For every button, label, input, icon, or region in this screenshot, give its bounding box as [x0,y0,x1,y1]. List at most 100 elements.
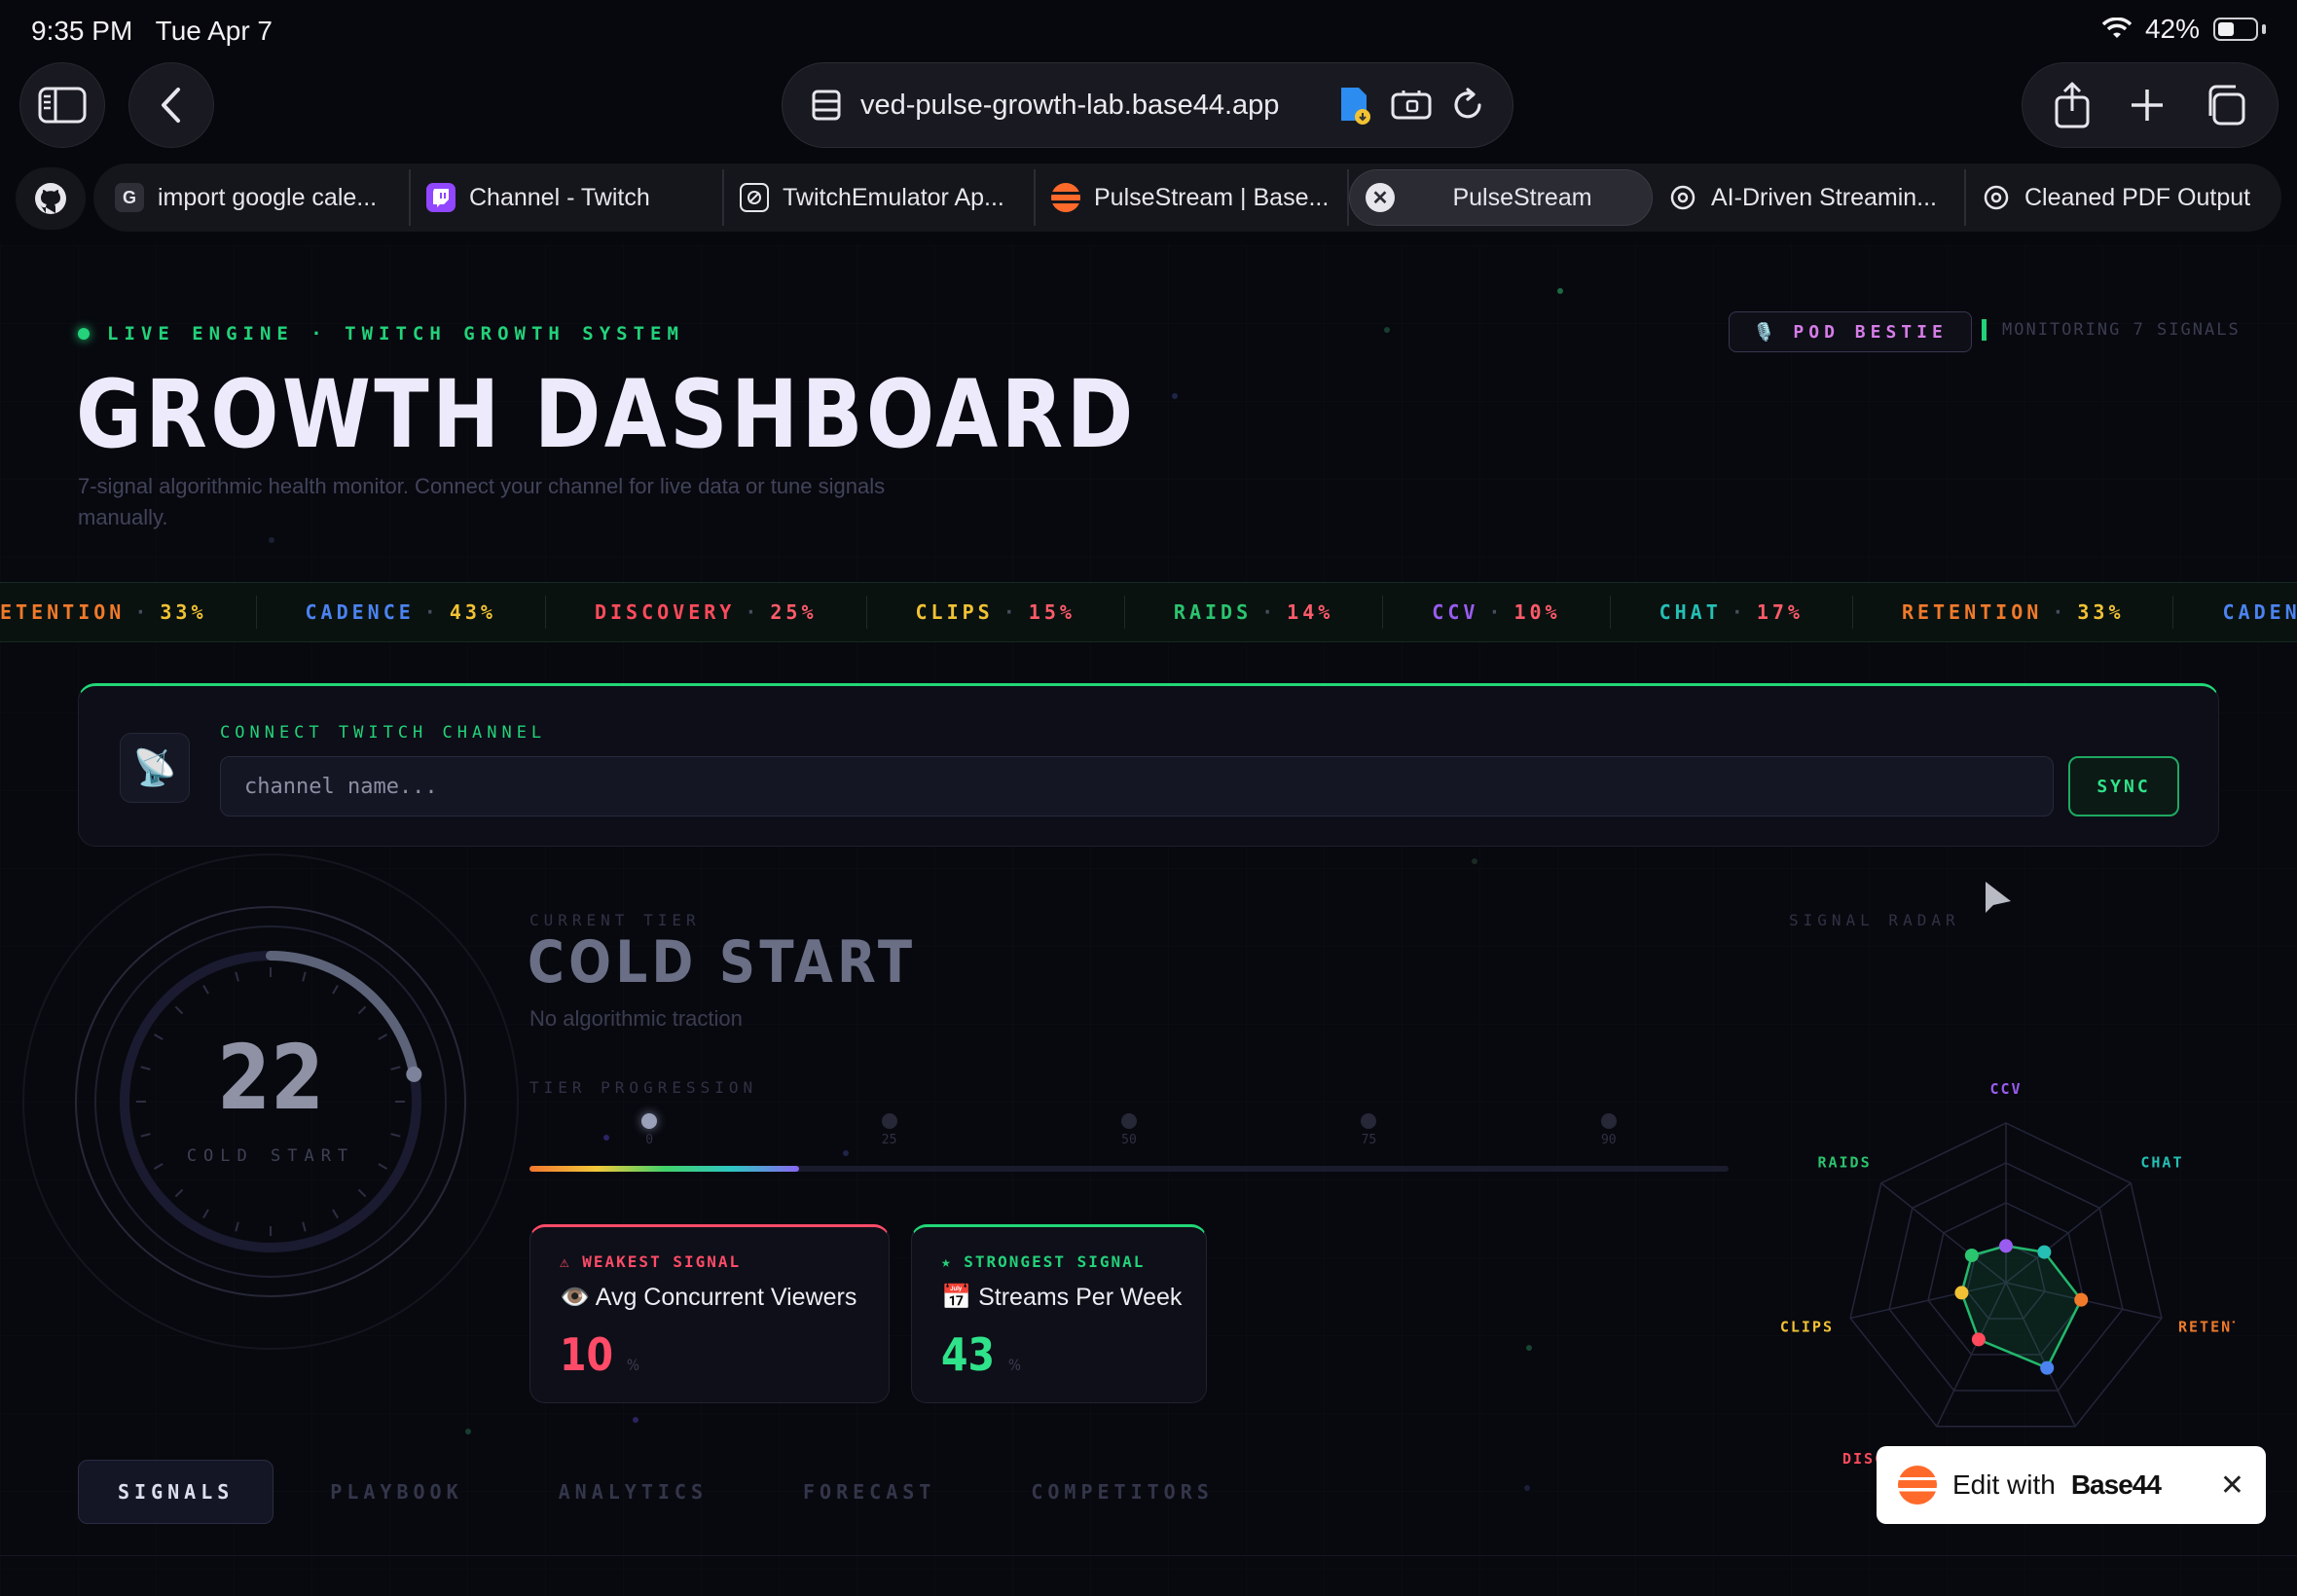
ticker-item: CADENCE·43% [2173,596,2297,629]
tab-cleaned-pdf[interactable]: Cleaned PDF Output [1966,169,2268,226]
tier-milestone: 0 [630,1113,669,1147]
twitch-icon [426,183,456,212]
sync-button[interactable]: SYNC [2068,756,2179,816]
share-icon[interactable] [2053,82,2092,128]
connect-label: CONNECT TWITCH CHANNEL [220,723,547,743]
tab-signals[interactable]: SIGNALS [78,1460,274,1524]
tab-overview-icon[interactable] [2203,83,2247,127]
ticker-signal-percent: 15% [1028,600,1076,624]
base44-prefix: Edit with [1952,1469,2056,1500]
tab-ai-driven-streaming[interactable]: AI-Driven Streamin... [1653,169,1966,226]
tier-milestone: 75 [1349,1113,1388,1147]
gauge-tick [202,984,209,995]
ticker-signal-percent: 25% [770,600,818,624]
back-button[interactable] [128,62,214,148]
weakest-signal-name: 👁️ Avg Concurrent Viewers [560,1284,857,1311]
calendar-icon: 📅 [941,1284,972,1311]
divider [0,1555,2297,1556]
milestone-dot [1361,1113,1377,1129]
tab-twitch-emulator[interactable]: TwitchEmulator Ap... [724,169,1036,226]
tab-pulsestream-active[interactable]: ✕ PulseStream [1349,169,1653,226]
signal-radar-label: SIGNAL RADAR [1789,911,1960,929]
status-time: 9:35 PM Tue Apr 7 [31,16,273,46]
base44-brand: Base44 [2070,1469,2162,1500]
github-button[interactable] [16,167,86,230]
pod-bestie-badge[interactable]: 🎙️ POD BESTIE [1729,311,1972,352]
radar-axis-label: CLIPS [1780,1319,1834,1336]
eyebrow-text: LIVE ENGINE · TWITCH GROWTH SYSTEM [107,323,684,345]
ticker-item: CCV · 10% [1383,596,1611,629]
radar-data-area [1960,1245,2083,1370]
extension-icon[interactable] [1337,86,1372,125]
gauge-tick [174,1188,184,1198]
strongest-signal-card[interactable]: ★ STRONGEST SIGNAL 📅 Streams Per Week 43… [911,1224,1207,1403]
tier-progression-label: TIER PROGRESSION [529,1078,758,1097]
ticker-item: RETENTION · 33% [1853,596,2174,629]
edit-with-base44-pill[interactable]: Edit with Base44 ✕ [1877,1446,2266,1524]
radar-axis-label: RETENTI [2178,1319,2235,1336]
health-score-value: 22 [216,1026,325,1130]
channel-name-input[interactable] [220,756,2054,816]
milestone-value: 25 [881,1133,897,1147]
milestone-dot [1121,1113,1137,1129]
gauge-tick [332,1209,339,1219]
weakest-signal-card[interactable]: ⚠ WEAKEST SIGNAL 👁️ Avg Concurrent Viewe… [529,1224,890,1403]
new-tab-icon[interactable] [2129,87,2166,124]
tab-competitors[interactable]: COMPETITORS [992,1460,1252,1524]
page-subtitle: 7-signal algorithmic health monitor. Con… [78,474,886,529]
tab-label: Cleaned PDF Output [2024,183,2251,211]
monitoring-bar [1982,319,1987,341]
url-text[interactable]: ved-pulse-growth-lab.base44.app [860,90,1320,122]
tab-label: PulseStream | Base... [1094,183,1330,211]
tab-twitch-channel[interactable]: Channel - Twitch [411,169,724,226]
close-tab-icon[interactable]: ✕ [1366,183,1395,212]
milestone-value: 0 [645,1133,654,1147]
eye-icon: 👁️ [560,1284,591,1311]
milestone-dot [641,1113,658,1129]
tab-forecast[interactable]: FORECAST [764,1460,974,1524]
milestone-value: 90 [1600,1133,1617,1147]
milestone-value: 50 [1121,1133,1137,1147]
tab-label: PulseStream [1452,183,1592,211]
ticker-signal-percent: 10% [1513,600,1561,624]
radar-point-chat [2037,1245,2052,1259]
tier-milestone: 90 [1589,1113,1628,1147]
tab-pulsestream-base44[interactable]: PulseStream | Base... [1036,169,1349,226]
tab-playbook[interactable]: PLAYBOOK [291,1460,501,1524]
background-particle [633,1417,638,1423]
reader-icon[interactable] [1390,89,1433,122]
gauge-tick [302,971,307,982]
tier-progress-fill [529,1166,800,1172]
ticker-signal-percent: 33% [160,600,207,624]
background-particle [1524,1485,1530,1491]
current-tier-label: CURRENT TIER [529,911,701,929]
gauge-tick [357,1005,367,1015]
background-particle [269,537,274,543]
background-particle [1384,327,1390,333]
reload-icon[interactable] [1450,88,1485,123]
tab-label: TwitchEmulator Ap... [783,183,1004,211]
sidebar-toggle-button[interactable] [19,62,105,148]
cursor-icon [1986,882,2011,913]
tab-google-calendar[interactable]: G import google cale... [99,169,411,226]
background-particle [1472,858,1477,864]
tab-analytics[interactable]: ANALYTICS [520,1460,747,1524]
browser-actions [2022,62,2279,148]
live-engine-eyebrow: LIVE ENGINE · TWITCH GROWTH SYSTEM [78,323,684,345]
background-particle [1172,393,1178,399]
radar-axis-label: CHAT [2140,1153,2183,1171]
emulator-icon [740,183,769,212]
ticker-signal-name: CHAT [1659,600,1722,624]
gauge-tick [202,1209,209,1219]
wifi-icon [2101,18,2132,38]
close-icon[interactable]: ✕ [2220,1469,2244,1503]
live-indicator-dot [78,328,90,340]
address-bar[interactable]: ved-pulse-growth-lab.base44.app [782,62,1513,148]
gauge-tick [357,1188,367,1198]
strongest-signal-name: 📅 Streams Per Week [941,1284,1183,1311]
strongest-signal-tag: ★ STRONGEST SIGNAL [941,1252,1146,1271]
ticker-signal-name: DISCOVERY [594,600,736,624]
gauge-tick [332,984,339,995]
tab-label: Channel - Twitch [469,183,650,211]
ticker-signal-percent: 17% [1756,600,1804,624]
